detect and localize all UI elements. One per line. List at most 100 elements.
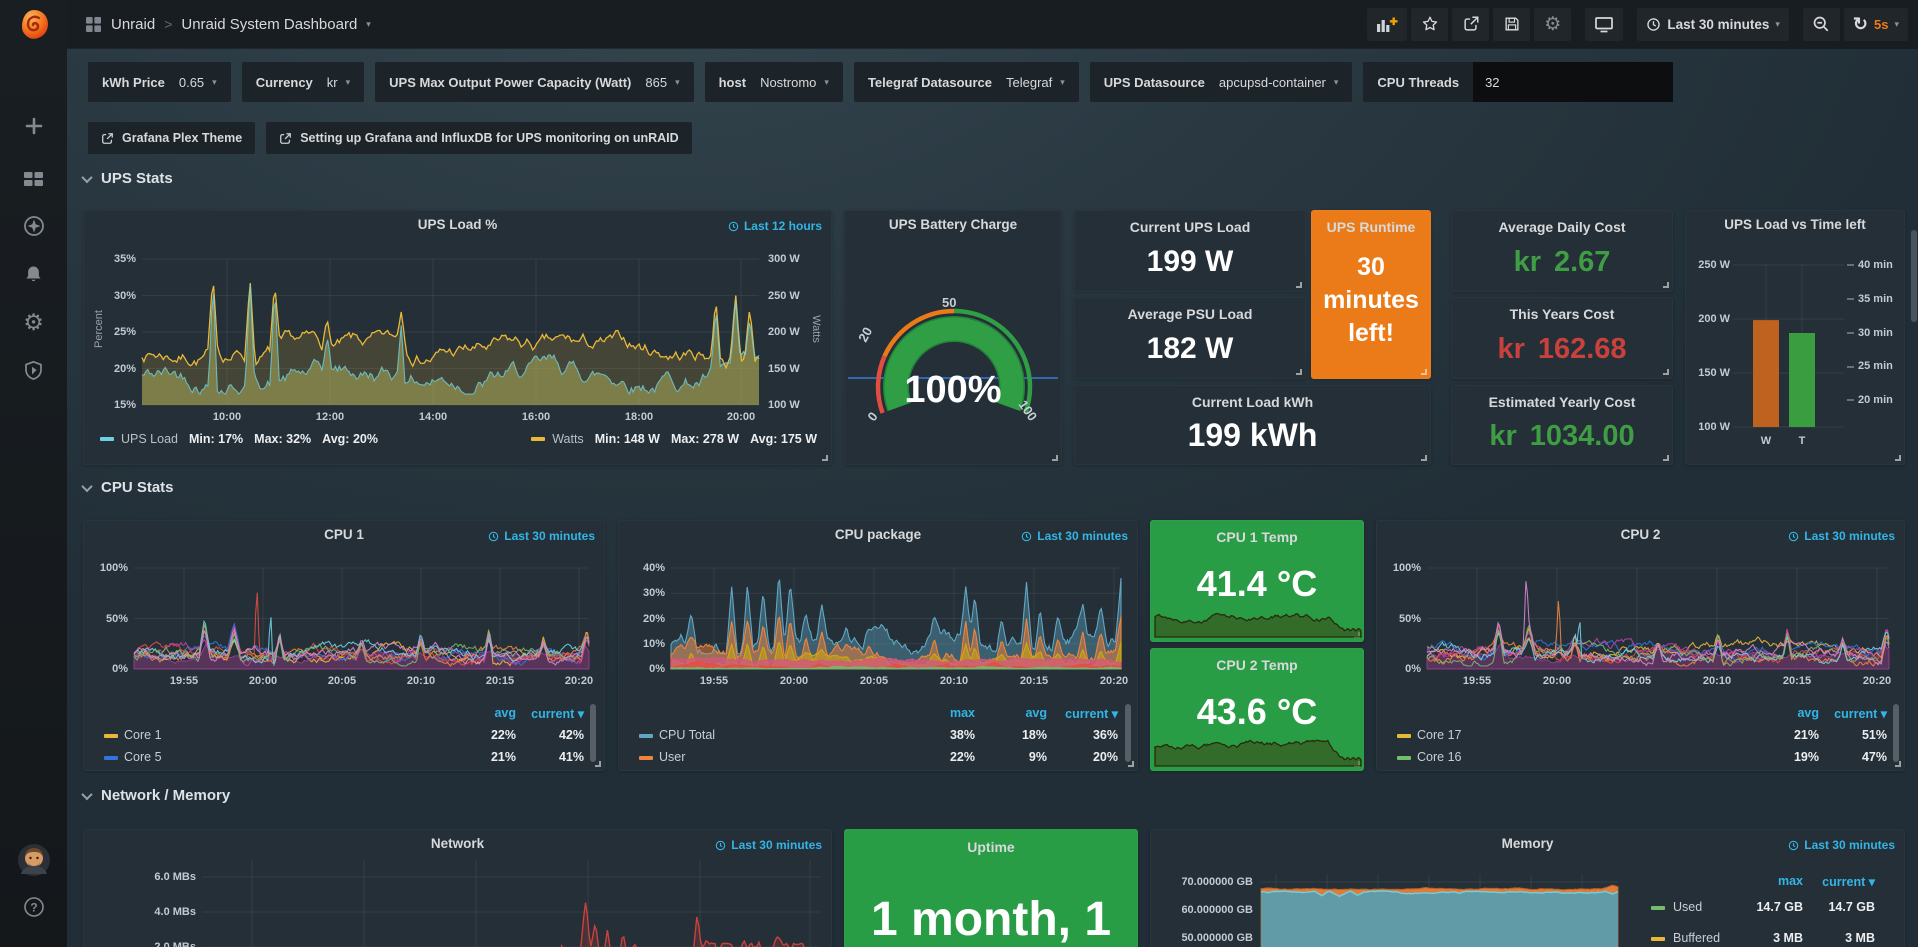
create-plus-icon[interactable]: [0, 116, 67, 136]
star-button[interactable]: [1411, 8, 1448, 41]
panel-title[interactable]: This Years Cost: [1452, 306, 1672, 322]
link-ups-monitoring-guide[interactable]: Setting up Grafana and InfluxDB for UPS …: [266, 122, 691, 154]
panel-title[interactable]: UPS Battery Charge: [845, 217, 1061, 232]
link-grafana-plex-theme[interactable]: Grafana Plex Theme: [88, 122, 255, 154]
stat-value: 41.4 °C: [1151, 563, 1363, 605]
panel-resize-handle[interactable]: [1296, 369, 1302, 375]
panel-title[interactable]: Average Daily Cost: [1452, 219, 1672, 235]
y-axis-tick: 30%: [619, 587, 665, 599]
panel-title[interactable]: CPU 2 Temp: [1151, 657, 1363, 673]
panel-current-load-kwh: Current Load kWh 199 kWh: [1074, 385, 1431, 465]
legend-series-name[interactable]: Used: [1673, 900, 1702, 914]
variable-ups-datasource[interactable]: UPS Datasource apcupsd-container▾: [1090, 62, 1353, 102]
legend-series-name[interactable]: Watts: [552, 432, 583, 446]
legend-series-value: 22%: [440, 728, 516, 742]
panel-resize-handle[interactable]: [1128, 761, 1134, 767]
dashboard-settings-button[interactable]: ⚙: [1534, 8, 1571, 41]
panel-title[interactable]: Current UPS Load: [1075, 219, 1305, 235]
legend-column-header[interactable]: current ▾: [1799, 874, 1875, 889]
chart-canvas: [845, 211, 1062, 465]
alerting-bell-icon[interactable]: [0, 264, 67, 285]
legend-column-header[interactable]: avg: [971, 706, 1047, 720]
panel-time-range[interactable]: Last 12 hours: [728, 219, 822, 233]
panel-resize-handle[interactable]: [822, 455, 828, 461]
panel-title[interactable]: Estimated Yearly Cost: [1452, 394, 1672, 410]
user-avatar[interactable]: [0, 843, 67, 877]
chevron-down-icon: ▾: [675, 78, 680, 87]
grafana-app: ⚙ ? Unraid > Unraid System Dashboard ▾: [0, 0, 1918, 947]
panel-resize-handle[interactable]: [1421, 369, 1427, 375]
panel-title[interactable]: UPS Load vs Time left: [1686, 217, 1904, 232]
dashboards-icon[interactable]: [0, 169, 67, 189]
variable-ups-max-output[interactable]: UPS Max Output Power Capacity (Watt) 865…: [375, 62, 693, 102]
legend-scrollbar[interactable]: [1125, 704, 1131, 762]
explore-compass-icon[interactable]: [0, 215, 67, 237]
legend-series-name[interactable]: UPS Load: [121, 432, 178, 446]
panel-resize-handle[interactable]: [1663, 282, 1669, 288]
legend-series-name[interactable]: User: [659, 750, 685, 764]
help-icon[interactable]: ?: [0, 896, 67, 918]
section-cpu-stats[interactable]: CPU Stats: [83, 479, 174, 496]
breadcrumb-app[interactable]: Unraid: [111, 16, 155, 33]
variable-kwh-price[interactable]: kWh Price 0.65▾: [88, 62, 231, 102]
stat-value: 199 W: [1075, 245, 1305, 279]
legend-column-header[interactable]: max: [899, 706, 975, 720]
panel-resize-handle[interactable]: [1421, 455, 1427, 461]
legend-column-header[interactable]: current ▾: [508, 706, 584, 721]
legend-series-marker: [1397, 734, 1411, 738]
panel-resize-handle[interactable]: [1663, 369, 1669, 375]
section-network-memory[interactable]: Network / Memory: [83, 787, 230, 804]
panel-title[interactable]: Current Load kWh: [1075, 394, 1430, 410]
apps-grid-icon[interactable]: [85, 16, 102, 33]
configuration-gear-icon[interactable]: ⚙: [0, 311, 67, 334]
grafana-logo-icon[interactable]: [0, 8, 67, 42]
save-button[interactable]: [1493, 8, 1530, 41]
legend-stat: Avg: 20%: [322, 432, 378, 446]
panel-time-range[interactable]: Last 30 minutes: [1788, 529, 1895, 543]
panel-time-range[interactable]: Last 30 minutes: [488, 529, 595, 543]
legend-series-name[interactable]: Buffered: [1673, 931, 1720, 945]
panel-resize-handle[interactable]: [1296, 282, 1302, 288]
add-panel-button[interactable]: [1367, 8, 1407, 41]
panel-title[interactable]: UPS Runtime: [1312, 219, 1430, 235]
panel-time-range[interactable]: Last 30 minutes: [715, 838, 822, 852]
tv-mode-button[interactable]: [1585, 8, 1623, 41]
variable-currency[interactable]: Currency kr▾: [242, 62, 364, 102]
panel-resize-handle[interactable]: [595, 761, 601, 767]
legend-scrollbar[interactable]: [590, 704, 596, 762]
legend-column-header[interactable]: max: [1727, 874, 1803, 888]
chevron-down-icon[interactable]: ▾: [366, 20, 371, 29]
cpu-threads-input[interactable]: [1473, 62, 1673, 102]
share-button[interactable]: [1452, 8, 1489, 41]
panel-resize-handle[interactable]: [1663, 455, 1669, 461]
legend-series-name[interactable]: Core 17: [1417, 728, 1461, 742]
time-range-picker[interactable]: Last 30 minutes ▾: [1637, 8, 1789, 41]
legend-stat: Min: 17%: [189, 432, 243, 446]
panel-title[interactable]: Uptime: [845, 839, 1137, 855]
y-axis-tick: 40%: [619, 562, 665, 574]
legend-series-name[interactable]: Core 16: [1417, 750, 1461, 764]
server-admin-shield-icon[interactable]: [0, 360, 67, 381]
panel-time-range[interactable]: Last 30 minutes: [1788, 838, 1895, 852]
panel-title[interactable]: Average PSU Load: [1075, 306, 1305, 322]
panel-title[interactable]: CPU 1 Temp: [1151, 529, 1363, 545]
zoom-out-button[interactable]: [1803, 8, 1840, 41]
breadcrumb-dashboard-title[interactable]: Unraid System Dashboard: [181, 16, 357, 33]
chevron-down-icon: [81, 480, 92, 491]
legend-series-name[interactable]: Core 1: [124, 728, 162, 742]
section-ups-stats[interactable]: UPS Stats: [83, 170, 173, 187]
refresh-picker[interactable]: ↻ 5s ▾: [1844, 8, 1908, 41]
y-axis-tick: 30%: [84, 290, 136, 302]
panel-time-range[interactable]: Last 30 minutes: [1021, 529, 1128, 543]
legend-column-header[interactable]: current ▾: [1042, 706, 1118, 721]
legend-series-name[interactable]: CPU Total: [659, 728, 715, 742]
panel-title[interactable]: UPS Load %: [84, 217, 831, 232]
legend-column-header[interactable]: avg: [1743, 706, 1819, 720]
variable-host[interactable]: host Nostromo▾: [705, 62, 843, 102]
legend-column-header[interactable]: avg: [440, 706, 516, 720]
page-scrollbar-thumb[interactable]: [1911, 230, 1917, 322]
legend-series-name[interactable]: Core 5: [124, 750, 162, 764]
variable-telegraf-datasource[interactable]: Telegraf Datasource Telegraf▾: [854, 62, 1079, 102]
legend-column-header[interactable]: current ▾: [1811, 706, 1887, 721]
legend-scrollbar[interactable]: [1893, 704, 1899, 762]
